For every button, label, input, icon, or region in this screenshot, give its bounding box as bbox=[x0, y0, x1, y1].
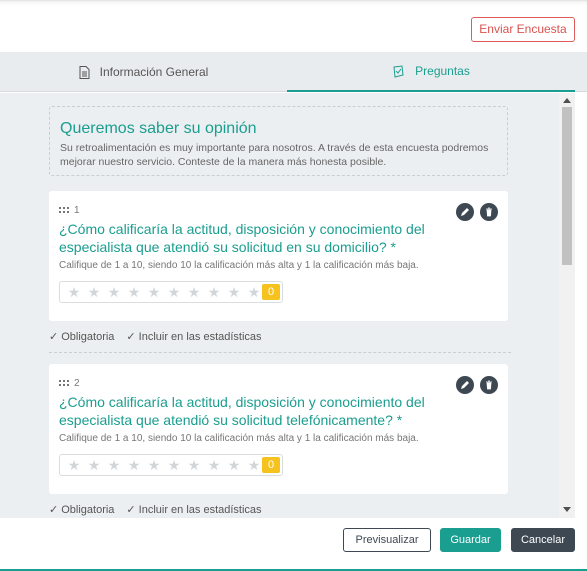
star-icon[interactable]: ★ bbox=[164, 282, 184, 302]
question-card: 2 ¿Cómo calificaría la actitud, disposic… bbox=[49, 364, 508, 494]
required-option[interactable]: ✓ Obligatoria bbox=[49, 503, 114, 516]
intro-text: Su retroalimentación es muy importante p… bbox=[60, 142, 489, 168]
intro-box: Queremos saber su opinión Su retroalimen… bbox=[49, 106, 508, 176]
preview-button[interactable]: Previsualizar bbox=[343, 528, 431, 552]
save-button[interactable]: Guardar bbox=[440, 528, 501, 552]
trash-icon bbox=[486, 380, 492, 390]
pencil-icon bbox=[461, 208, 469, 216]
scroll-up-icon[interactable] bbox=[563, 98, 571, 103]
pencil-icon bbox=[461, 381, 469, 389]
star-icon[interactable]: ★ bbox=[124, 282, 144, 302]
tab-bar: Información General Preguntas bbox=[0, 52, 587, 92]
star-icon[interactable]: ★ bbox=[244, 282, 264, 302]
top-bar: Enviar Encuesta bbox=[0, 0, 587, 52]
stats-option[interactable]: ✓ Incluir en las estadísticas bbox=[126, 503, 261, 516]
star-icon[interactable]: ★ bbox=[84, 282, 104, 302]
check-icon: ✓ bbox=[126, 331, 136, 343]
required-option[interactable]: ✓ Obligatoria bbox=[49, 330, 114, 343]
star-icon[interactable]: ★ bbox=[224, 455, 244, 475]
rating-score: 0 bbox=[262, 457, 280, 473]
document-icon bbox=[79, 65, 90, 79]
tab-questions[interactable]: Preguntas bbox=[287, 52, 575, 92]
question-title: ¿Cómo calificaría la actitud, disposició… bbox=[59, 394, 425, 428]
star-icon[interactable]: ★ bbox=[144, 282, 164, 302]
question-hint: Califique de 1 a 10, siendo 10 la califi… bbox=[59, 260, 419, 271]
delete-button[interactable] bbox=[480, 376, 498, 394]
divider bbox=[49, 352, 511, 353]
star-icon[interactable]: ★ bbox=[124, 455, 144, 475]
star-icon[interactable]: ★ bbox=[204, 282, 224, 302]
check-icon: ✓ bbox=[126, 504, 136, 516]
star-icon[interactable]: ★ bbox=[164, 455, 184, 475]
trash-icon bbox=[486, 207, 492, 217]
scroll-down-icon[interactable] bbox=[563, 507, 571, 512]
star-icon[interactable]: ★ bbox=[184, 455, 204, 475]
question-title: ¿Cómo calificaría la actitud, disposició… bbox=[59, 221, 425, 255]
star-icon[interactable]: ★ bbox=[184, 282, 204, 302]
tab-general-info-label: Información General bbox=[99, 65, 209, 79]
footer-bar: Previsualizar Guardar Cancelar bbox=[0, 518, 587, 571]
star-icon[interactable]: ★ bbox=[64, 455, 84, 475]
question-options: ✓ Obligatoria ✓ Incluir en las estadística… bbox=[49, 330, 262, 343]
drag-handle-icon[interactable] bbox=[59, 380, 69, 386]
star-icon[interactable]: ★ bbox=[144, 455, 164, 475]
survey-icon bbox=[393, 64, 404, 78]
star-icon[interactable]: ★ bbox=[104, 455, 124, 475]
question-options: ✓ Obligatoria ✓ Incluir en las estadística… bbox=[49, 503, 262, 516]
drag-handle-icon[interactable] bbox=[59, 207, 69, 213]
star-icon[interactable]: ★ bbox=[204, 455, 224, 475]
star-icon[interactable]: ★ bbox=[244, 455, 264, 475]
question-card: 1 ¿Cómo calificaría la actitud, disposic… bbox=[49, 191, 508, 321]
star-icon[interactable]: ★ bbox=[224, 282, 244, 302]
check-icon: ✓ bbox=[49, 504, 59, 516]
cancel-button[interactable]: Cancelar bbox=[511, 528, 575, 552]
check-icon: ✓ bbox=[49, 331, 59, 343]
scrollbar[interactable] bbox=[559, 93, 575, 518]
rating-score: 0 bbox=[262, 284, 280, 300]
send-survey-button[interactable]: Enviar Encuesta bbox=[471, 17, 575, 42]
tab-general-info[interactable]: Información General bbox=[0, 52, 287, 92]
questions-panel: Queremos saber su opinión Su retroalimen… bbox=[0, 93, 575, 518]
star-rating[interactable]: ★ ★ ★ ★ ★ ★ ★ ★ ★ ★ 0 bbox=[59, 281, 283, 303]
scrollbar-thumb[interactable] bbox=[562, 107, 572, 265]
star-icon[interactable]: ★ bbox=[64, 282, 84, 302]
intro-title: Queremos saber su opinión bbox=[60, 120, 257, 137]
question-number: 1 bbox=[74, 204, 80, 216]
question-hint: Califique de 1 a 10, siendo 10 la califi… bbox=[59, 433, 419, 444]
stats-option[interactable]: ✓ Incluir en las estadísticas bbox=[126, 330, 261, 343]
tab-questions-label: Preguntas bbox=[415, 64, 470, 78]
delete-button[interactable] bbox=[480, 203, 498, 221]
star-rating[interactable]: ★ ★ ★ ★ ★ ★ ★ ★ ★ ★ 0 bbox=[59, 454, 283, 476]
question-number: 2 bbox=[74, 377, 80, 389]
edit-button[interactable] bbox=[456, 376, 474, 394]
star-icon[interactable]: ★ bbox=[104, 282, 124, 302]
edit-button[interactable] bbox=[456, 203, 474, 221]
star-icon[interactable]: ★ bbox=[84, 455, 104, 475]
